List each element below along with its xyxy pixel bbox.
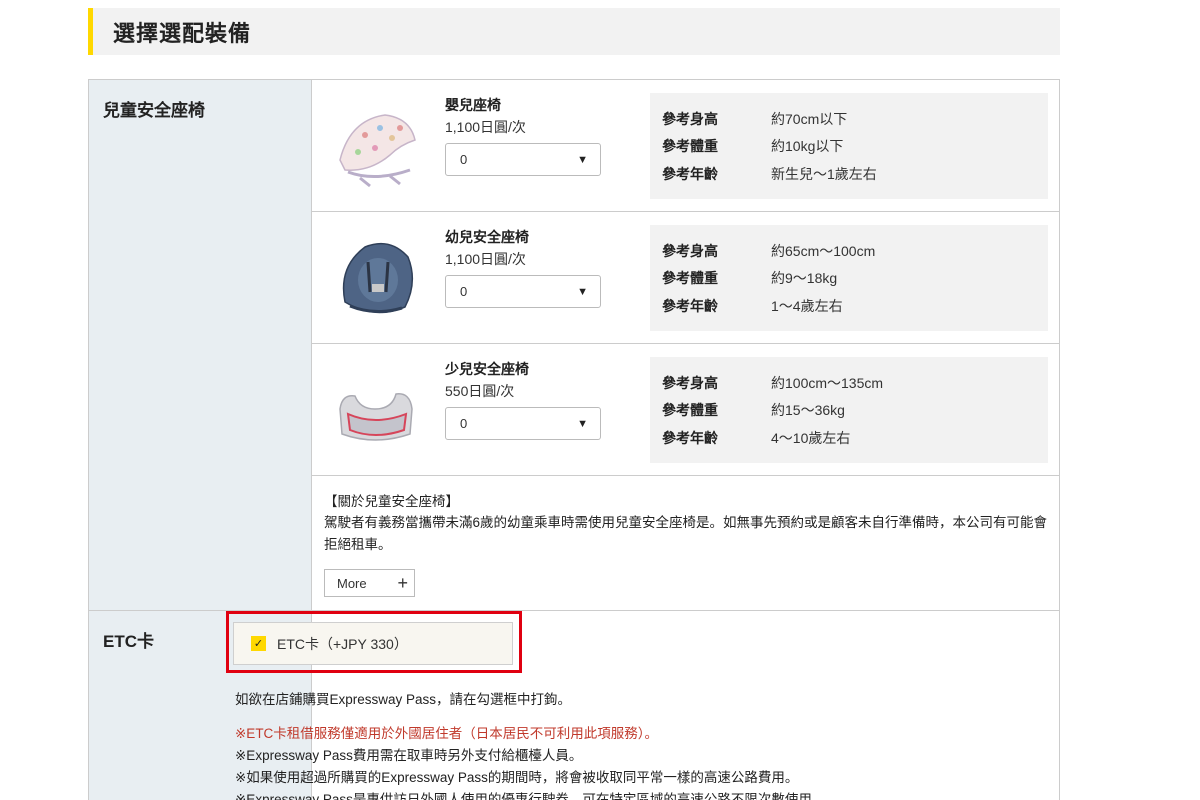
infant-seat-image: [339, 114, 416, 188]
spec-key: 參考身高: [662, 242, 718, 259]
dropdown-arrow-icon: ▼: [577, 153, 588, 166]
spec-value: 約10kg以下: [771, 138, 844, 155]
etc-warning-note: ※ETC卡租借服務僅適用於外國居住者（日本居民不可利用此項服務）。: [235, 726, 659, 741]
spec-key: 參考體重: [662, 402, 718, 419]
spec-value: 4～10歲左右: [771, 429, 851, 446]
spec-value: 1～4歲左右: [771, 297, 843, 314]
spec-row: 參考年齡 1～4歲左右: [662, 292, 1048, 320]
more-button[interactable]: More +: [324, 569, 415, 597]
spec-value: 約70cm以下: [771, 110, 848, 127]
etc-card-checkbox[interactable]: ✓ ETC卡（+JPY 330）: [233, 622, 513, 665]
spec-row: 參考身高 約70cm以下: [662, 105, 1048, 133]
section-heading: 選擇選配裝備: [88, 8, 1060, 55]
etc-instruction: 如欲在店鋪購買Expressway Pass，請在勾選框中打鉤。: [235, 692, 572, 707]
select-value: 0: [460, 416, 468, 431]
plus-icon: +: [397, 572, 408, 593]
dropdown-arrow-icon: ▼: [577, 417, 588, 430]
etc-label: ETC卡: [103, 632, 154, 651]
seat-name: 嬰兒座椅: [445, 97, 501, 113]
etc-note: ※Expressway Pass是專供訪日外國人使用的優惠行駛券，可在特定區域的…: [235, 792, 826, 800]
note-title: 【關於兒童安全座椅】: [324, 494, 459, 509]
child-seat-label: 兒童安全座椅: [103, 101, 205, 120]
toddler-seat-quantity-select[interactable]: 0 ▼: [445, 275, 601, 308]
spec-key: 參考體重: [662, 270, 718, 287]
spec-key: 參考年齡: [662, 297, 718, 314]
checkmark-icon: ✓: [251, 636, 266, 651]
spec-key: 參考年齡: [662, 429, 718, 446]
seat-price: 1,100日圓/次: [445, 251, 526, 267]
spec-row: 參考體重 約10kg以下: [662, 133, 1048, 161]
page: 選擇選配裝備 兒童安全座椅 嬰兒座椅 1,100日圓/次 0 ▼ 參考身高 約7…: [0, 0, 1200, 800]
spec-key: 參考年齡: [662, 165, 718, 182]
spec-value: 約100cm～135cm: [771, 374, 884, 391]
spec-value: 新生兒～1歲左右: [771, 165, 877, 182]
spec-row: 參考身高 約100cm～135cm: [662, 369, 1048, 397]
spec-key: 參考體重: [662, 138, 718, 155]
child-seat-label-cell: 兒童安全座椅: [89, 80, 312, 610]
seat-item-booster: 少兒安全座椅 550日圓/次 0 ▼ 參考身高 約100cm～135cm 參考體…: [312, 344, 1060, 476]
spec-row: 參考體重 約15～36kg: [662, 397, 1048, 425]
toddler-seat-image: [342, 242, 414, 314]
etc-note: ※Expressway Pass費用需在取車時另外支付給櫃檯人員。: [235, 748, 583, 763]
spec-row: 參考年齡 4～10歲左右: [662, 424, 1048, 452]
spec-box: 參考身高 約65cm～100cm 參考體重 約9～18kg 參考年齡 1～4歲左…: [650, 225, 1048, 331]
dropdown-arrow-icon: ▼: [577, 285, 588, 298]
booster-seat-image: [339, 393, 413, 441]
seat-item-toddler: 幼兒安全座椅 1,100日圓/次 0 ▼ 參考身高 約65cm～100cm 參考…: [312, 212, 1060, 344]
booster-seat-quantity-select[interactable]: 0 ▼: [445, 407, 601, 440]
spec-value: 約9～18kg: [771, 270, 838, 287]
etc-option-label: ETC卡（+JPY 330）: [277, 635, 408, 652]
spec-key: 參考身高: [662, 110, 718, 127]
child-seat-content: 嬰兒座椅 1,100日圓/次 0 ▼ 參考身高 約70cm以下 參考體重 約10…: [312, 80, 1060, 610]
etc-note: ※如果使用超過所購買的Expressway Pass的期間時，將會被收取同平常一…: [235, 770, 799, 785]
seat-name: 少兒安全座椅: [445, 361, 529, 377]
note-body: 駕駛者有義務當攜帶未滿6歲的幼童乘車時需使用兒童安全座椅是。如無事先預約或是顧客…: [324, 515, 1048, 552]
spec-row: 參考體重 約9～18kg: [662, 265, 1048, 293]
section-title: 選擇選配裝備: [113, 20, 252, 46]
spec-row: 參考年齡 新生兒～1歲左右: [662, 160, 1048, 188]
spec-value: 約15～36kg: [771, 402, 845, 419]
spec-row: 參考身高 約65cm～100cm: [662, 237, 1048, 265]
more-label: More: [337, 575, 367, 591]
infant-seat-quantity-select[interactable]: 0 ▼: [445, 143, 601, 176]
options-table: 兒童安全座椅 嬰兒座椅 1,100日圓/次 0 ▼ 參考身高 約70cm以下 參…: [88, 79, 1060, 800]
spec-key: 參考身高: [662, 374, 718, 391]
seat-name: 幼兒安全座椅: [445, 229, 529, 245]
select-value: 0: [460, 284, 468, 299]
select-value: 0: [460, 152, 468, 167]
seat-price: 550日圓/次: [445, 383, 515, 399]
seat-price: 1,100日圓/次: [445, 119, 526, 135]
child-seat-note: 【關於兒童安全座椅】 駕駛者有義務當攜帶未滿6歲的幼童乘車時需使用兒童安全座椅是…: [312, 476, 1060, 610]
spec-box: 參考身高 約70cm以下 參考體重 約10kg以下 參考年齡 新生兒～1歲左右: [650, 93, 1048, 199]
spec-value: 約65cm～100cm: [771, 242, 876, 259]
spec-box: 參考身高 約100cm～135cm 參考體重 約15～36kg 參考年齡 4～1…: [650, 357, 1048, 463]
seat-item-infant: 嬰兒座椅 1,100日圓/次 0 ▼ 參考身高 約70cm以下 參考體重 約10…: [312, 80, 1060, 212]
